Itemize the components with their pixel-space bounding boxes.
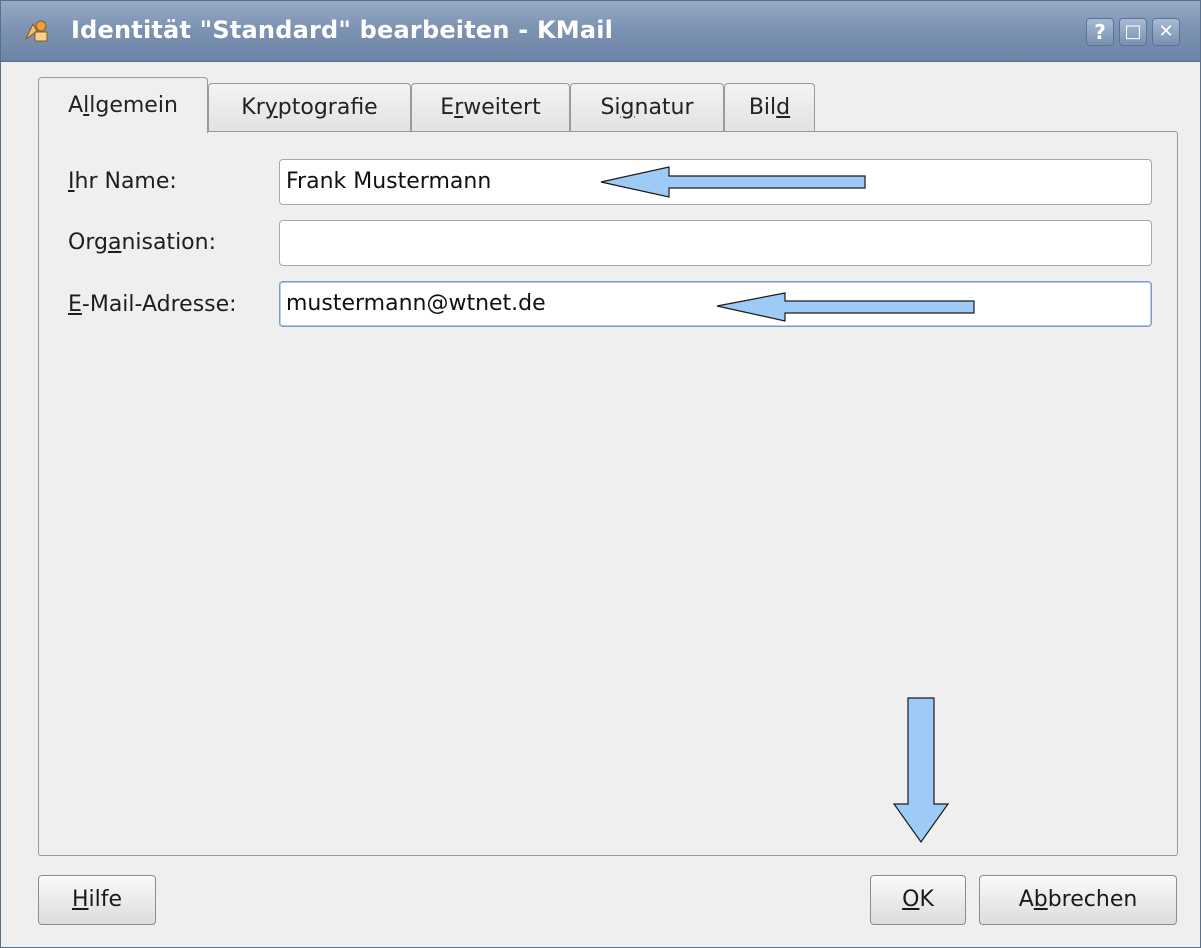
cancel-button[interactable]: Abbrechen [979, 875, 1177, 925]
tab-allgemein[interactable]: Allgemein [38, 77, 208, 133]
name-input[interactable]: Frank Mustermann [279, 159, 1152, 205]
email-input[interactable]: mustermann@wtnet.de [279, 281, 1152, 327]
ok-button[interactable]: OK [870, 875, 966, 925]
tab-kryptografie[interactable]: Kryptografie [208, 83, 411, 132]
tab-bild[interactable]: Bild [724, 83, 815, 132]
title-bar[interactable]: Identität "Standard" bearbeiten - KMail … [1, 1, 1200, 62]
tab-signatur[interactable]: Signatur [570, 83, 724, 132]
organisation-label: Organisation: [68, 230, 216, 255]
help-button[interactable]: Hilfe [38, 875, 156, 925]
tab-erweitert[interactable]: Erweitert [411, 83, 570, 132]
maximize-icon[interactable]: □ [1119, 18, 1147, 46]
name-label: Ihr Name: [68, 169, 177, 194]
window-title: Identität "Standard" bearbeiten - KMail [71, 16, 614, 44]
kmail-app-icon [24, 20, 48, 42]
organisation-input[interactable] [279, 220, 1152, 266]
close-icon[interactable]: ✕ [1152, 18, 1180, 46]
email-label: E-Mail-Adresse: [68, 292, 237, 317]
help-icon[interactable]: ? [1086, 18, 1114, 46]
dialog-window: Identität "Standard" bearbeiten - KMail … [0, 0, 1201, 948]
